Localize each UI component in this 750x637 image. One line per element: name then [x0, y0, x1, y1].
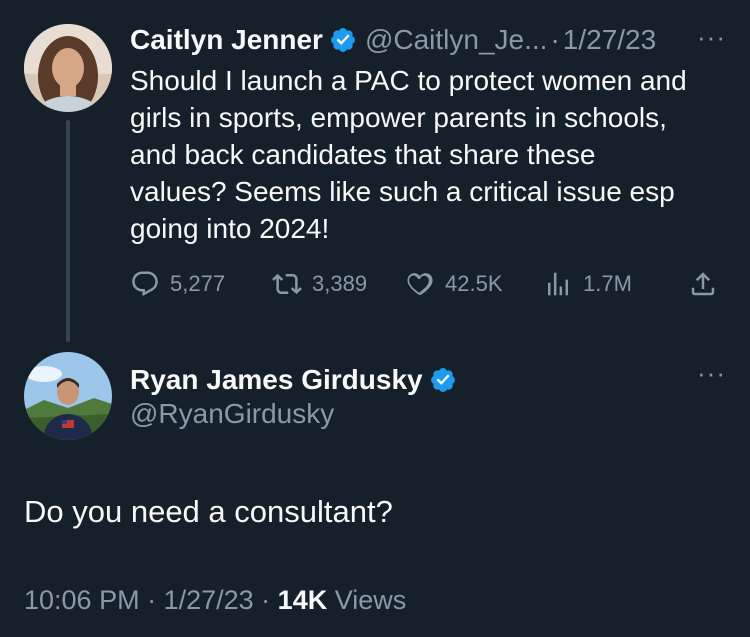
tweet2-time[interactable]: 10:06 PM	[24, 585, 140, 615]
share-icon	[691, 272, 715, 296]
tweet2-handle[interactable]: @RyanGirdusky	[130, 398, 334, 430]
retweet-button[interactable]: 3,389	[272, 266, 367, 302]
tweet1-author-name[interactable]: Caitlyn Jenner	[130, 24, 323, 56]
reply-count: 5,277	[170, 271, 226, 296]
verified-badge-icon	[430, 368, 455, 392]
tweet1-header: Caitlyn Jenner @Caitlyn_Je... · 1/27/23	[130, 22, 656, 58]
tweet1-handle[interactable]: @Caitlyn_Je...	[365, 24, 548, 56]
retweet-icon	[272, 273, 302, 295]
like-count: 42.5K	[445, 271, 503, 296]
thread-connector-line	[66, 120, 70, 342]
heart-icon	[407, 273, 433, 295]
tweet2-text: Do you need a consultant?	[24, 494, 393, 529]
more-dots-icon[interactable]: ···	[697, 22, 726, 53]
views-count: 1.7M	[583, 271, 632, 296]
like-button[interactable]: 42.5K	[405, 266, 503, 302]
tweet2-views-count: 14K	[277, 585, 328, 615]
meta-separator: ·	[253, 585, 278, 615]
verified-badge-icon	[330, 28, 355, 52]
share-button[interactable]	[688, 266, 728, 302]
tweet2-date[interactable]: 1/27/23	[164, 585, 254, 615]
avatar-ryan-james-girdusky[interactable]	[24, 352, 112, 440]
retweet-count: 3,389	[312, 271, 368, 296]
reply-icon	[132, 271, 158, 297]
tweet2-views-label: Views	[327, 585, 407, 615]
tweet2-author-row: Ryan James Girdusky	[130, 362, 465, 398]
tweet1-separator: ·	[550, 24, 560, 55]
tweet1-date[interactable]: 1/27/23	[563, 24, 656, 56]
tweet1-actions: 5,277 3,389 42.5K 1.7M	[130, 266, 726, 302]
reply-button[interactable]: 5,277	[130, 266, 225, 302]
views-button[interactable]: 1.7M	[543, 266, 632, 302]
more-dots-icon[interactable]: ···	[697, 358, 726, 389]
meta-separator: ·	[139, 585, 164, 615]
tweet2-meta: 10:06 PM · 1/27/23 · 14K Views	[24, 585, 406, 616]
tweet1-text: Should I launch a PAC to protect women a…	[130, 65, 687, 244]
views-bar-icon	[548, 272, 568, 296]
avatar-caitlyn-jenner[interactable]	[24, 24, 112, 112]
tweet2-author-name[interactable]: Ryan James Girdusky	[130, 364, 423, 396]
